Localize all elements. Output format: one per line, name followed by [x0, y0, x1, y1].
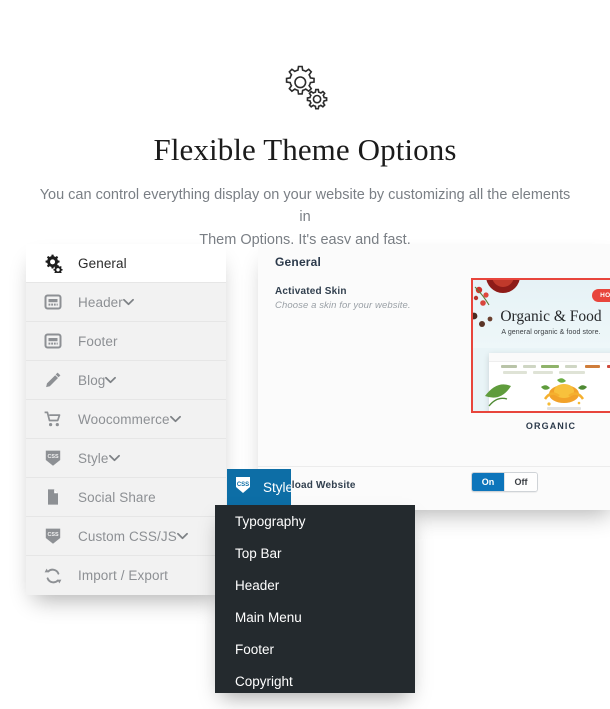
sidebar-item-woocommerce[interactable]: Woocommerce	[26, 400, 226, 439]
page-title: Flexible Theme Options	[153, 132, 457, 167]
sidebar-item-label: Style	[78, 450, 109, 466]
chevron-down-icon[interactable]	[105, 371, 117, 389]
css-badge-icon: CSS	[42, 447, 64, 469]
dropdown-item-label: Top Bar	[235, 545, 282, 561]
orange-splash-illustration	[541, 378, 587, 406]
chevron-down-icon[interactable]	[122, 293, 134, 311]
sidebar-item-label: Footer	[78, 333, 118, 349]
gears-icon	[275, 0, 335, 114]
sidebar-item-custom-css-js[interactable]: CSS Custom CSS/JS	[26, 517, 226, 556]
dropdown-item-header[interactable]: Header	[215, 569, 415, 601]
sidebar-item-label: Blog	[78, 372, 106, 388]
skin-nav-dot	[533, 371, 553, 374]
skin-browser-bar	[489, 353, 610, 362]
sidebar-item-import-export[interactable]: Import / Export	[26, 556, 226, 595]
hero-subtitle: You can control everything display on yo…	[35, 184, 575, 251]
cart-icon	[42, 408, 64, 430]
dropdown-item-footer[interactable]: Footer	[215, 633, 415, 665]
sidebar-item-label: General	[78, 255, 127, 271]
sidebar-item-style-active[interactable]: CSS Style	[227, 469, 291, 505]
layout-icon	[42, 291, 64, 313]
skin-tagline: A general organic & food store.	[501, 329, 601, 336]
screenshot-root: Flexible Theme Options You can control e…	[0, 0, 610, 709]
skin-hot-badge: HOT	[592, 289, 610, 302]
gears-icon	[42, 252, 64, 274]
sidebar-item-style[interactable]: CSS Style	[26, 439, 226, 478]
sidebar-item-header[interactable]: Header	[26, 283, 226, 322]
skin-thumbnail[interactable]: HOT Organic & Food A general organic & f…	[471, 278, 610, 413]
dropdown-item-main-menu[interactable]: Main Menu	[215, 601, 415, 633]
css-badge-icon: CSS	[42, 525, 64, 547]
options-panel: General Activated Skin Choose a skin for…	[258, 244, 610, 510]
dropdown-item-label: Typography	[235, 513, 306, 529]
refresh-icon	[42, 565, 64, 587]
dropdown-item-copyright[interactable]: Copyright	[215, 665, 415, 697]
svg-text:CSS: CSS	[47, 454, 58, 460]
options-sidebar: General Header Footer Blog Woocommerce CSS Sty…	[26, 244, 226, 595]
toggle-option-on[interactable]: On	[472, 473, 504, 491]
skin-nav-dot	[585, 365, 600, 368]
preload-website-toggle[interactable]: On Off	[471, 472, 538, 492]
sidebar-item-blog[interactable]: Blog	[26, 361, 226, 400]
skin-heading: Organic & Food	[500, 308, 602, 325]
dropdown-item-label: Footer	[235, 641, 275, 657]
panel-title: General	[275, 255, 322, 269]
skin-nav-dot	[565, 365, 577, 368]
sidebar-item-label: Header	[78, 294, 123, 310]
field-label-activated-skin: Activated Skin	[275, 286, 347, 297]
page-icon	[42, 486, 64, 508]
skin-nav-dot	[541, 365, 559, 368]
skin-option-organic[interactable]: HOT Organic & Food A general organic & f…	[471, 278, 610, 431]
chevron-down-icon[interactable]	[108, 449, 120, 467]
toggle-option-off[interactable]: Off	[504, 473, 537, 491]
dropdown-item-top-bar[interactable]: Top Bar	[215, 537, 415, 569]
hero-subtitle-line1: You can control everything display on yo…	[39, 187, 571, 226]
sidebar-item-label: Import / Export	[78, 568, 169, 583]
style-submenu-dropdown: Typography Top Bar Header Main Menu Footer Co…	[215, 505, 415, 693]
svg-text:CSS: CSS	[47, 532, 58, 538]
pencil-icon	[42, 369, 64, 391]
chevron-down-icon[interactable]	[176, 527, 188, 545]
dropdown-item-label: Header	[235, 577, 280, 593]
svg-text:CSS: CSS	[237, 482, 249, 488]
dropdown-item-typography[interactable]: Typography	[215, 505, 415, 537]
leaf-decor-icon	[485, 384, 511, 407]
panel-divider	[258, 466, 610, 467]
layout-icon	[42, 330, 64, 352]
css-badge-icon: CSS	[233, 475, 253, 500]
hero-section: Flexible Theme Options You can control e…	[0, 0, 610, 251]
dropdown-item-label: Copyright	[235, 673, 293, 689]
sidebar-item-label: Social Share	[78, 489, 156, 505]
sidebar-item-label: Woocommerce	[78, 411, 170, 427]
skin-caption: ORGANIC	[525, 421, 577, 431]
sidebar-item-label: Custom CSS/JS	[78, 528, 177, 544]
field-description: Choose a skin for your website.	[275, 300, 411, 311]
skin-footer-line	[547, 407, 581, 410]
chevron-down-icon[interactable]	[169, 410, 181, 428]
sidebar-item-general[interactable]: General	[26, 244, 226, 283]
sidebar-item-footer[interactable]: Footer	[26, 322, 226, 361]
dropdown-item-label: Main Menu	[235, 609, 302, 625]
sidebar-item-social-share[interactable]: Social Share	[26, 478, 226, 517]
sidebar-item-label: Style	[263, 479, 291, 495]
skin-nav-dot	[559, 371, 585, 374]
